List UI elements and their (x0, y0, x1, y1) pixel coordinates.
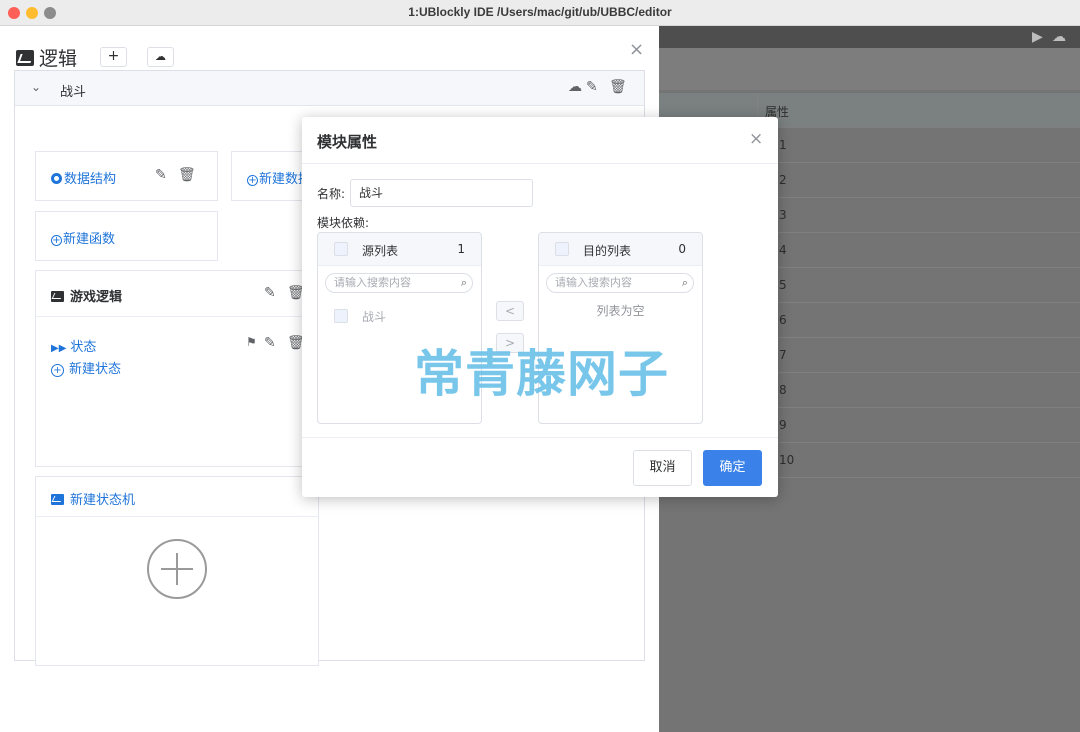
move-left-button[interactable]: < (496, 301, 524, 321)
new-state-machine-card: 新建状态机 (35, 476, 319, 666)
dependency-label: 模块依赖: (317, 216, 370, 230)
trash-icon[interactable]: 🗑 (609, 79, 627, 95)
table-cell: 3 (779, 208, 787, 222)
module-header[interactable]: ⌄ 战斗 ☁ ✎ 🗑 (15, 71, 644, 106)
plus-circle-icon: + (51, 364, 64, 377)
target-list-title: 目的列表 (583, 244, 632, 258)
cloud-upload-icon[interactable]: ☁ (568, 79, 582, 95)
state-item[interactable]: ▶▶ 状态 (51, 336, 96, 355)
new-function-link[interactable]: + 新建函数 (51, 228, 115, 247)
table-cell: 1 (779, 138, 787, 152)
flag-icon[interactable]: ⚑ (246, 335, 257, 349)
source-item-checkbox[interactable] (334, 309, 348, 323)
edit-icon[interactable]: ✎ (264, 335, 276, 351)
table-cell: 8 (779, 383, 787, 397)
source-list-count: 1 (457, 242, 465, 256)
chart-icon (51, 494, 64, 505)
target-search-input[interactable]: 请输入搜索内容 ⌕ (546, 273, 694, 293)
data-structure-link[interactable]: 数据结构 (51, 168, 116, 187)
new-state-link[interactable]: + 新建状态 (51, 358, 121, 377)
name-label: 名称: (317, 187, 346, 201)
edit-icon[interactable]: ✎ (155, 167, 167, 183)
source-select-all-checkbox[interactable] (334, 242, 348, 256)
add-module-button[interactable]: + (100, 47, 127, 67)
new-state-label: 新建状态 (69, 362, 122, 377)
run-icon: ▶ (1032, 29, 1043, 45)
module-properties-dialog: 模块属性 × 名称: 战斗 模块依赖: 源列表 1 请输入搜索内容 ⌕ 战斗 <… (302, 117, 778, 497)
plus-circle-icon: + (51, 235, 62, 246)
cancel-button[interactable]: 取消 (633, 450, 692, 486)
data-structure-card: 数据结构 ✎ 🗑 (35, 151, 218, 201)
table-cell: 6 (779, 313, 787, 327)
source-search-input[interactable]: 请输入搜索内容 ⌕ (325, 273, 473, 293)
app-window: 1:UBlockly IDE /Users/mac/git/ub/UBBC/ed… (0, 0, 1080, 732)
table-cell: 10 (779, 453, 795, 467)
new-state-machine-label: 新建状态机 (70, 493, 136, 508)
upload-cloud-button[interactable]: ☁ (147, 47, 174, 67)
game-logic-title-text: 游戏逻辑 (70, 290, 123, 305)
table-cell: 9 (779, 418, 787, 432)
module-name-input[interactable]: 战斗 (350, 179, 533, 207)
source-list-title: 源列表 (362, 244, 399, 258)
game-logic-card: 游戏逻辑 ✎ 🗑 ▶▶ 状态 ⚑ ✎ 🗑 + 新建状态 (35, 270, 319, 467)
window-title: 1:UBlockly IDE /Users/mac/git/ub/UBBC/ed… (408, 5, 672, 19)
dot-circle-icon (51, 173, 62, 184)
divider (36, 316, 318, 317)
dialog-close-icon[interactable]: × (749, 129, 763, 149)
game-logic-title: 游戏逻辑 (51, 286, 122, 305)
new-function-label: 新建函数 (63, 232, 116, 247)
edit-icon[interactable]: ✎ (586, 79, 598, 95)
dialog-footer-divider (302, 437, 778, 438)
state-item-label: 状态 (70, 340, 97, 355)
edit-icon[interactable]: ✎ (264, 285, 276, 301)
drawer-title-text: 逻辑 (39, 48, 78, 70)
add-circle-icon[interactable] (147, 539, 207, 599)
drawer-title: 逻辑 (16, 44, 77, 71)
chart-icon (16, 50, 34, 66)
drawer-close-icon[interactable]: × (629, 39, 644, 60)
search-icon: ⌕ (460, 276, 467, 289)
source-search-placeholder: 请输入搜索内容 (334, 276, 411, 289)
confirm-button[interactable]: 确定 (703, 450, 762, 486)
target-search-placeholder: 请输入搜索内容 (555, 276, 632, 289)
source-list-header: 源列表 1 (318, 233, 481, 266)
chevron-down-icon[interactable]: ⌄ (31, 80, 41, 94)
trash-icon[interactable]: 🗑 (178, 167, 196, 183)
table-cell: 5 (779, 278, 787, 292)
dialog-title: 模块属性 (317, 133, 378, 151)
background-subbar (659, 48, 1080, 90)
title-bar: 1:UBlockly IDE /Users/mac/git/ub/UBBC/ed… (0, 0, 1080, 26)
chart-icon (51, 291, 64, 302)
new-state-machine-link[interactable]: 新建状态机 (51, 489, 135, 508)
search-icon: ⌕ (681, 276, 688, 289)
target-list-count: 0 (678, 242, 686, 256)
target-empty-text: 列表为空 (596, 304, 645, 318)
cloud-download-icon: ☁ (1052, 29, 1066, 45)
new-function-card: + 新建函数 (35, 211, 218, 261)
table-cell: 7 (779, 348, 787, 362)
play-icon: ▶▶ (51, 343, 67, 354)
target-list-header: 目的列表 0 (539, 233, 702, 266)
data-structure-label: 数据结构 (64, 172, 117, 187)
watermark: 常青藤网子 (414, 345, 669, 403)
source-list-item[interactable]: 战斗 (362, 308, 386, 325)
divider (36, 516, 318, 517)
dialog-divider (302, 163, 778, 164)
table-cell: 4 (779, 243, 787, 257)
target-select-all-checkbox[interactable] (555, 242, 569, 256)
background-toolbar (659, 26, 1080, 48)
table-cell: 2 (779, 173, 787, 187)
plus-circle-icon: + (247, 175, 258, 186)
module-name: 战斗 (60, 85, 87, 100)
